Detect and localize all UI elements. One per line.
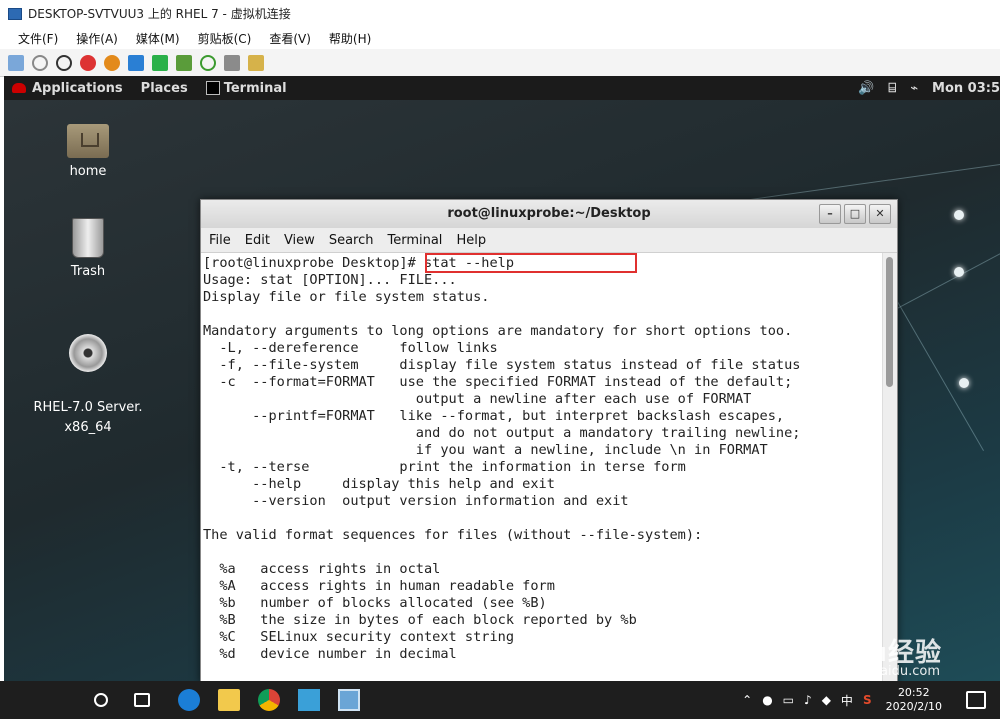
terminal-output: [root@linuxprobe Desktop]# stat --help U…: [203, 255, 801, 662]
vm-connect-icon: [8, 7, 22, 20]
resume-icon[interactable]: [152, 54, 168, 71]
sogou-ime-icon[interactable]: S: [863, 693, 872, 707]
terminal-titlebar[interactable]: root@linuxprobe:~/Desktop – □ ✕: [201, 200, 897, 228]
volume-icon[interactable]: 🔊: [858, 81, 874, 96]
scrollbar-thumb[interactable]: [886, 257, 893, 387]
desktop-icon-rhel-disc[interactable]: RHEL-7.0 Server. x86_64: [33, 314, 143, 458]
windows-taskbar: ⌃ ● ▭ ♪ ◆ 中 S 20:52 2020/2/10: [0, 681, 1000, 719]
watermark-url: jingyan.baidu.com: [820, 664, 940, 679]
minimize-button[interactable]: –: [819, 204, 841, 224]
host-titlebar: DESKTOP-SVTVUU3 上的 RHEL 7 - 虚拟机连接: [0, 0, 1000, 27]
command-highlight-box: [425, 253, 637, 273]
search-cortana-icon[interactable]: [94, 693, 108, 707]
applications-menu[interactable]: Applications: [32, 81, 123, 96]
chrome-icon[interactable]: [258, 689, 280, 711]
store-icon[interactable]: [298, 689, 320, 711]
terminal-scrollbar[interactable]: [882, 253, 897, 682]
pause-icon[interactable]: [128, 54, 144, 71]
host-menu-action[interactable]: 操作(A): [76, 30, 118, 47]
qq-icon[interactable]: ◆: [822, 693, 831, 707]
power-icon[interactable]: ⌁: [910, 81, 918, 96]
host-menubar: 文件(F) 操作(A) 媒体(M) 剪贴板(C) 查看(V) 帮助(H): [0, 27, 1000, 49]
clock-time: 20:52: [897, 686, 930, 699]
network-tray-icon[interactable]: ▭: [783, 693, 794, 707]
places-menu[interactable]: Places: [141, 81, 188, 96]
volume-tray-icon[interactable]: ♪: [804, 693, 812, 707]
redhat-icon: [12, 83, 26, 93]
terminal-task[interactable]: Terminal: [224, 81, 287, 96]
edge-browser-icon[interactable]: [178, 689, 200, 711]
clock-date: 2020/2/10: [885, 700, 942, 713]
terminal-menu-view[interactable]: View: [284, 233, 315, 248]
desktop-icon-trash[interactable]: Trash: [33, 218, 143, 279]
desktop-icon-label: Trash: [70, 264, 106, 279]
revert-icon[interactable]: [200, 54, 216, 71]
desktop-icon-label: home: [69, 164, 107, 179]
start-icon[interactable]: [32, 54, 48, 71]
wallpaper-dot: [959, 378, 969, 388]
taskbar-clock[interactable]: 20:52 2020/2/10: [886, 686, 942, 714]
terminal-title: root@linuxprobe:~/Desktop: [447, 206, 651, 221]
file-explorer-icon[interactable]: [218, 689, 240, 711]
share-icon[interactable]: [248, 54, 264, 71]
task-view-icon[interactable]: [134, 693, 150, 707]
host-toolbar: [0, 49, 1000, 77]
terminal-task-icon: [205, 81, 220, 95]
terminal-menubar: File Edit View Search Terminal Help: [201, 228, 897, 253]
save-state-icon[interactable]: [104, 54, 120, 71]
hyperv-vm-icon[interactable]: [338, 689, 360, 711]
desktop-icon-label: RHEL-7.0 Server. x86_64: [33, 400, 143, 435]
wallpaper-dot: [954, 210, 964, 220]
terminal-window: root@linuxprobe:~/Desktop – □ ✕ File Edi…: [200, 199, 898, 683]
wechat-icon[interactable]: ●: [762, 693, 772, 707]
trash-icon: [72, 218, 104, 258]
home-folder-icon: [67, 124, 109, 158]
network-icon[interactable]: ⌸: [888, 81, 896, 96]
system-tray: ⌃ ● ▭ ♪ ◆ 中 S 20:52 2020/2/10: [732, 681, 1000, 719]
checkpoint-icon[interactable]: [176, 54, 192, 71]
shutdown-icon[interactable]: [80, 54, 96, 71]
desktop-icon-home[interactable]: home: [33, 124, 143, 179]
maximize-button[interactable]: □: [844, 204, 866, 224]
terminal-output-area[interactable]: [root@linuxprobe Desktop]# stat --help U…: [201, 253, 883, 682]
close-button[interactable]: ✕: [869, 204, 891, 224]
terminal-menu-file[interactable]: File: [209, 233, 231, 248]
ctrl-alt-del-icon[interactable]: [8, 54, 24, 71]
ime-indicator[interactable]: 中: [841, 692, 853, 709]
dvd-disc-icon: [69, 334, 107, 372]
gnome-clock[interactable]: Mon 03:5: [932, 81, 1000, 96]
host-window-title: DESKTOP-SVTVUU3 上的 RHEL 7 - 虚拟机连接: [28, 7, 291, 21]
terminal-menu-terminal[interactable]: Terminal: [387, 233, 442, 248]
turn-off-icon[interactable]: [56, 54, 72, 71]
host-menu-help[interactable]: 帮助(H): [329, 30, 371, 47]
host-menu-media[interactable]: 媒体(M): [136, 30, 180, 47]
host-menu-view[interactable]: 查看(V): [269, 30, 311, 47]
gnome-top-bar: Applications Places Terminal 🔊 ⌸ ⌁ Mon 0…: [4, 76, 1000, 100]
terminal-menu-help[interactable]: Help: [456, 233, 486, 248]
enhanced-session-icon[interactable]: [224, 54, 240, 71]
host-menu-file[interactable]: 文件(F): [18, 30, 58, 47]
terminal-menu-search[interactable]: Search: [329, 233, 374, 248]
wallpaper-dot: [954, 267, 964, 277]
host-menu-clipboard[interactable]: 剪贴板(C): [198, 30, 252, 47]
chevron-up-icon[interactable]: ⌃: [742, 693, 752, 707]
terminal-menu-edit[interactable]: Edit: [245, 233, 270, 248]
notification-center-icon[interactable]: [966, 691, 986, 709]
